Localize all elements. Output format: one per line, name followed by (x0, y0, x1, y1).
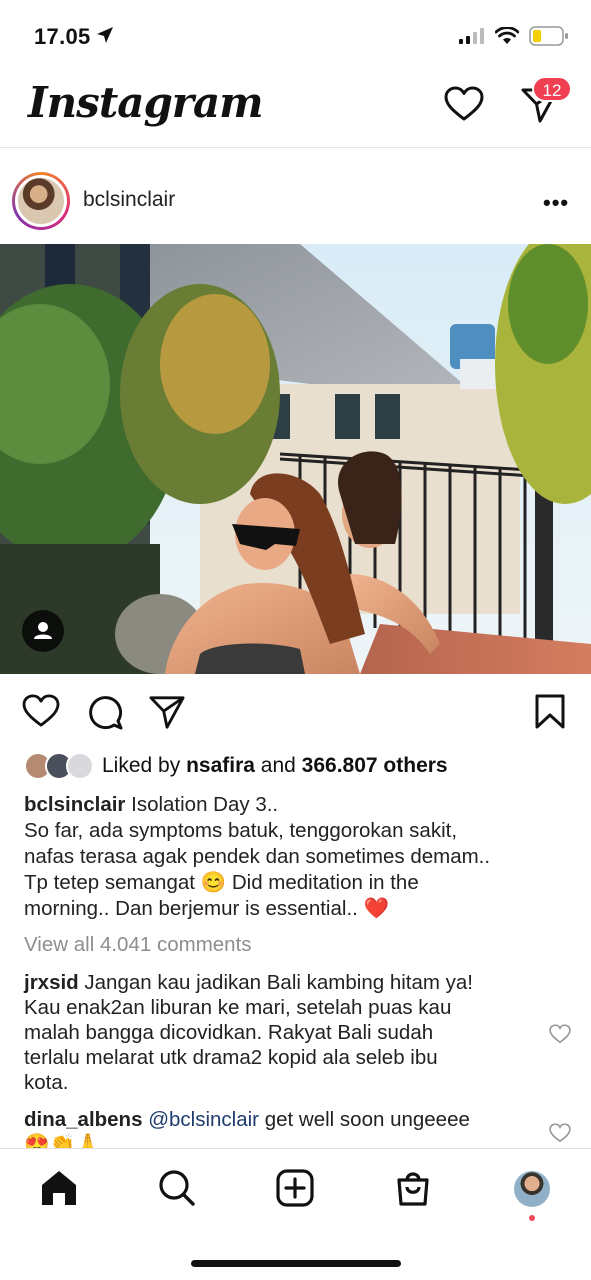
share-send-icon[interactable] (148, 694, 186, 735)
save-bookmark-icon[interactable] (534, 694, 566, 735)
tagged-people-button[interactable] (22, 610, 64, 652)
comment-line: Jangan kau jadikan Bali kambing hitam ya… (78, 971, 473, 994)
profile-avatar[interactable] (514, 1171, 550, 1207)
comment-line: malah bangga dicovidkan. Rakyat Bali sud… (24, 1021, 434, 1044)
caption-line: morning.. Dan berjemur is essential.. ❤️ (24, 897, 390, 920)
location-arrow-icon (96, 26, 114, 49)
liked-and: and (260, 754, 296, 777)
caption-line: nafas terasa agak pendek dan sometimes d… (24, 845, 491, 868)
app-header: Instagram 12 (0, 70, 591, 148)
liker-avatar (66, 752, 94, 780)
post-photo[interactable] (0, 244, 591, 674)
comment-item: jrxsid Jangan kau jadikan Bali kambing h… (24, 970, 534, 1095)
liked-by-user[interactable]: nsafira (186, 754, 255, 778)
comment-mention[interactable]: @bclsinclair (143, 1108, 259, 1131)
signal-icon (459, 28, 485, 49)
comment-line: terlalu melarat utk drama2 kopid ala sel… (24, 1046, 438, 1069)
status-time: 17.05 (34, 24, 91, 49)
comment-username[interactable]: dina_albens (24, 1108, 143, 1131)
caption-line: Tp tetep semangat 😊 Did meditation in th… (24, 871, 419, 894)
home-icon[interactable] (40, 1169, 78, 1212)
comment-text: get well soon ungeeee (259, 1108, 470, 1131)
comment-line: Kau enak2an liburan ke mari, setelah pua… (24, 996, 452, 1019)
dm-count-badge: 12 (532, 76, 572, 102)
likes-summary[interactable]: Liked by nsafira and 366.807 others (24, 752, 448, 780)
post-author-avatar[interactable] (12, 172, 70, 230)
wifi-icon (494, 26, 520, 50)
liked-others-count[interactable]: 366.807 others (302, 754, 448, 778)
caption-line: Isolation Day 3.. (125, 793, 279, 816)
activity-heart-icon[interactable] (444, 86, 484, 127)
like-heart-icon[interactable] (22, 694, 60, 733)
status-icons (459, 26, 569, 51)
battery-icon (529, 26, 569, 51)
caption-line: So far, ada symptoms batuk, tenggorokan … (24, 819, 458, 842)
post-header: bclsinclair ••• (0, 150, 591, 244)
post-actions (0, 690, 591, 734)
profile-notification-dot (529, 1215, 535, 1221)
home-indicator (191, 1260, 401, 1267)
comment-like-heart-icon[interactable] (549, 1024, 571, 1049)
more-options-icon[interactable]: ••• (543, 190, 569, 216)
post-author-username[interactable]: bclsinclair (83, 188, 175, 212)
new-post-icon[interactable] (276, 1169, 314, 1212)
instagram-logo[interactable]: Instagram (28, 78, 264, 127)
status-bar: 17.05 (0, 0, 591, 70)
shop-icon[interactable] (394, 1169, 432, 1212)
comment-username[interactable]: jrxsid (24, 971, 79, 994)
liker-avatars (24, 752, 94, 780)
liked-by-prefix: Liked by (102, 754, 181, 777)
comment-icon[interactable] (87, 694, 123, 735)
search-icon[interactable] (158, 1169, 196, 1212)
comment-like-heart-icon[interactable] (549, 1123, 571, 1148)
post-caption: bclsinclair Isolation Day 3.. So far, ad… (24, 792, 574, 922)
comment-line: kota. (24, 1071, 69, 1094)
caption-username[interactable]: bclsinclair (24, 793, 125, 816)
view-all-comments-link[interactable]: View all 4.041 comments (24, 933, 252, 957)
